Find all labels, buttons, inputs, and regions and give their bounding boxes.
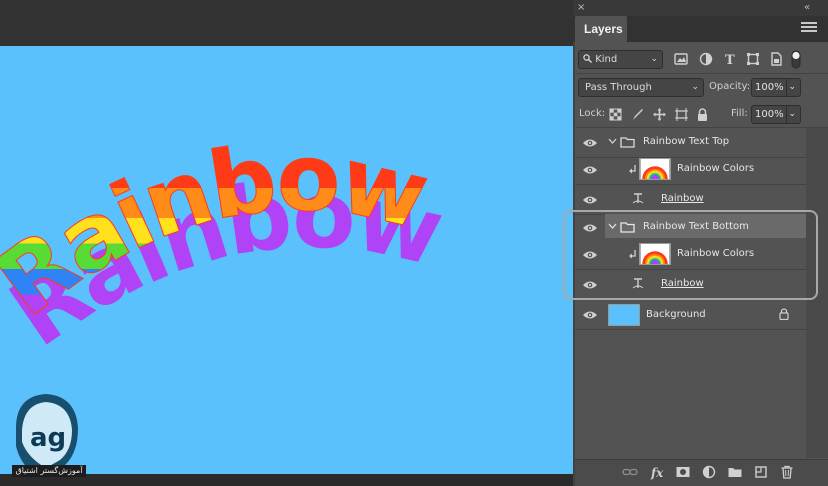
svg-text:T: T	[725, 53, 735, 67]
rainbow-text-top: Rainbow	[0, 124, 439, 338]
tab-layers[interactable]: Layers	[575, 16, 627, 42]
warped-text-icon	[632, 193, 644, 204]
close-icon[interactable]: ×	[577, 1, 589, 14]
svg-text:fx: fx	[650, 466, 664, 480]
opacity-label: Opacity:	[709, 81, 751, 92]
collapse-panels-icon[interactable]: «	[804, 1, 820, 14]
eye-icon[interactable]	[582, 310, 598, 320]
chevron-down-icon[interactable]	[608, 138, 617, 145]
lock-image-pixels-icon[interactable]	[630, 107, 645, 122]
search-icon	[583, 54, 592, 63]
document-top-bar	[0, 0, 573, 46]
eye-icon[interactable]	[582, 165, 598, 175]
new-group-icon[interactable]	[727, 464, 743, 480]
opacity-field[interactable]: 100% ⌄	[751, 78, 801, 97]
panel-menu-icon[interactable]	[801, 22, 817, 36]
trash-icon[interactable]	[779, 464, 795, 480]
folder-icon	[620, 137, 635, 148]
watermark-caption: آموزش‌گستر اشتیاق	[12, 465, 86, 477]
panel-divider	[575, 73, 828, 74]
layer-name[interactable]: Rainbow	[661, 192, 704, 206]
filter-shape-icon[interactable]	[745, 51, 761, 67]
filter-type-icon[interactable]: T	[722, 51, 738, 67]
filter-toggle-switch[interactable]	[791, 50, 801, 69]
lock-label: Lock:	[579, 108, 606, 119]
chevron-down-icon: ⌄	[691, 82, 699, 92]
filter-pixel-icon[interactable]	[673, 51, 689, 67]
blend-mode-select[interactable]: Pass Through ⌄	[578, 78, 704, 97]
filter-kind-select[interactable]: Kind ⌄	[578, 50, 663, 69]
filter-adjustment-icon[interactable]	[698, 51, 714, 67]
filter-smart-object-icon[interactable]	[768, 51, 784, 67]
lock-transparent-pixels-icon[interactable]	[608, 107, 623, 122]
layer-name[interactable]: Rainbow Text Top	[643, 135, 729, 149]
link-icon[interactable]	[622, 464, 638, 480]
blend-mode-label: Pass Through	[585, 82, 652, 93]
adjustment-icon[interactable]	[701, 464, 717, 480]
watermark-logo-text: ag	[30, 423, 66, 453]
fill-value: 100%	[755, 109, 784, 120]
chevron-down-icon: ⌄	[650, 54, 658, 64]
fx-icon[interactable]: fx	[650, 464, 666, 480]
highlight-outline	[563, 210, 818, 300]
mask-icon[interactable]	[675, 464, 691, 480]
clipping-mask-arrow-icon	[629, 165, 636, 174]
background-thumbnail	[608, 304, 640, 326]
chevron-down-icon[interactable]: ⌄	[788, 79, 796, 96]
lock-artboard-icon[interactable]	[674, 107, 689, 122]
lock-position-icon[interactable]	[652, 107, 667, 122]
eye-icon[interactable]	[582, 195, 598, 205]
svg-text:Rainbow: Rainbow	[0, 124, 435, 337]
layer-name[interactable]: Rainbow Colors	[677, 162, 754, 176]
chevron-down-icon[interactable]: ⌄	[788, 106, 796, 123]
new-layer-icon[interactable]	[753, 464, 769, 480]
lock-all-icon[interactable]	[695, 107, 710, 122]
filter-kind-label: Kind	[595, 54, 618, 65]
eye-icon[interactable]	[582, 138, 598, 148]
layer-name[interactable]: Background	[646, 308, 706, 322]
panel-frame-header	[573, 0, 828, 16]
lock-icon	[779, 308, 789, 320]
rainbow-colors-thumbnail	[639, 158, 671, 180]
opacity-value: 100%	[755, 82, 784, 93]
fill-label: Fill:	[731, 108, 748, 119]
fill-field[interactable]: 100% ⌄	[751, 105, 801, 124]
